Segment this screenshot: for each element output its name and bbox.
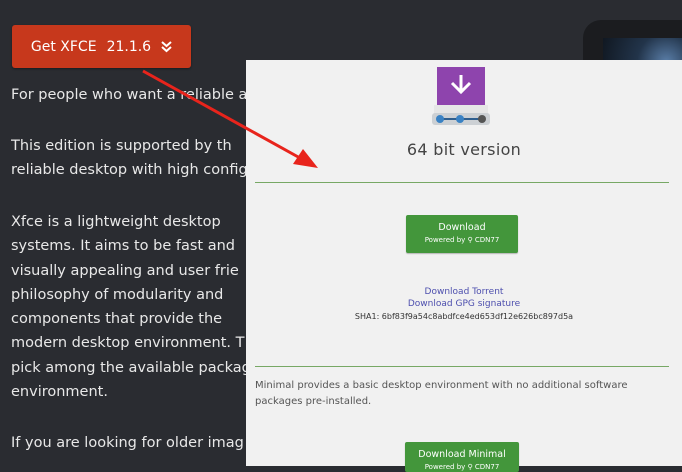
version-label: 21.1.6: [106, 38, 152, 55]
minimal-description: Minimal provides a basic desktop environ…: [255, 380, 628, 407]
download-gpg-link[interactable]: Download GPG signature: [246, 299, 682, 309]
xfce-line-8: environment.: [11, 384, 108, 400]
download-button[interactable]: Download Powered by ⚲ CDN77: [406, 215, 518, 253]
download-minimal-button[interactable]: Download Minimal Powered by ⚲ CDN77: [405, 442, 519, 472]
cdn-label: Powered by ⚲ CDN77: [424, 236, 500, 244]
xfce-line-6: modern desktop environment. T: [11, 335, 245, 351]
download-minimal-label: Download Minimal: [418, 449, 506, 460]
download-drive-icon: [432, 67, 490, 125]
xfce-line-2: systems. It aims to be fast and: [11, 238, 235, 254]
download-label: Download: [438, 222, 486, 233]
xfce-line-7: pick among the available packag: [11, 360, 251, 376]
older-images-line: If you are looking for older imag: [11, 435, 244, 451]
xfce-line-1: Xfce is a lightweight desktop: [11, 214, 221, 230]
cdn-label: Powered by ⚲ CDN77: [424, 463, 500, 471]
double-chevron-down-icon: [161, 40, 172, 52]
get-xfce-label: Get XFCE: [30, 38, 97, 55]
xfce-line-4: philosophy of modularity and: [11, 287, 224, 303]
xfce-line-3: visually appealing and user frie: [11, 263, 239, 279]
support-line-2: reliable desktop with high config: [11, 162, 248, 178]
get-xfce-button[interactable]: Get XFCE 21.1.6: [12, 25, 191, 68]
divider: [255, 366, 669, 367]
support-line-1: This edition is supported by th: [11, 138, 232, 154]
sha1-checksum: SHA1: 6bf83f9a54c8abdfce4ed653df12e626bc…: [354, 312, 574, 321]
xfce-line-5: components that provide the: [11, 311, 223, 327]
divider: [255, 182, 669, 183]
version-title: 64 bit version: [406, 140, 522, 159]
download-torrent-link[interactable]: Download Torrent: [246, 287, 682, 297]
intro-line-1: For people who want a reliable a: [11, 87, 248, 103]
download-panel: 64 bit version Download Powered by ⚲ CDN…: [246, 60, 682, 472]
